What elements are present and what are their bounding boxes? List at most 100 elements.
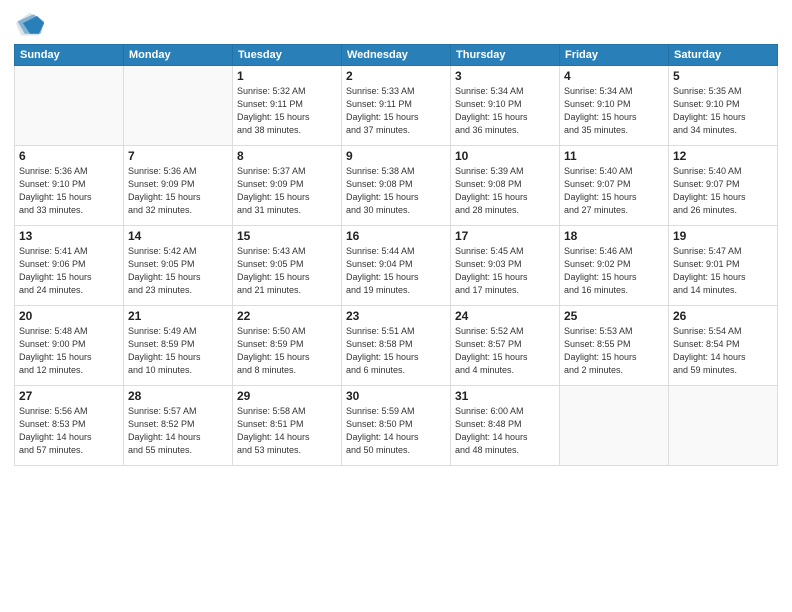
calendar-day-cell bbox=[124, 66, 233, 146]
day-number: 19 bbox=[673, 229, 773, 243]
day-info: Sunrise: 5:33 AM Sunset: 9:11 PM Dayligh… bbox=[346, 85, 446, 137]
day-info: Sunrise: 5:36 AM Sunset: 9:09 PM Dayligh… bbox=[128, 165, 228, 217]
day-number: 3 bbox=[455, 69, 555, 83]
day-number: 15 bbox=[237, 229, 337, 243]
day-number: 23 bbox=[346, 309, 446, 323]
day-info: Sunrise: 5:52 AM Sunset: 8:57 PM Dayligh… bbox=[455, 325, 555, 377]
day-number: 22 bbox=[237, 309, 337, 323]
day-info: Sunrise: 5:38 AM Sunset: 9:08 PM Dayligh… bbox=[346, 165, 446, 217]
calendar-week-row: 20 Sunrise: 5:48 AM Sunset: 9:00 PM Dayli… bbox=[15, 306, 778, 386]
calendar-weekday-header: Monday bbox=[124, 45, 233, 66]
calendar-day-cell: 1 Sunrise: 5:32 AM Sunset: 9:11 PM Daylig… bbox=[233, 66, 342, 146]
day-number: 18 bbox=[564, 229, 664, 243]
day-number: 9 bbox=[346, 149, 446, 163]
calendar-day-cell bbox=[15, 66, 124, 146]
day-info: Sunrise: 5:59 AM Sunset: 8:50 PM Dayligh… bbox=[346, 405, 446, 457]
day-number: 8 bbox=[237, 149, 337, 163]
day-info: Sunrise: 5:40 AM Sunset: 9:07 PM Dayligh… bbox=[673, 165, 773, 217]
day-info: Sunrise: 6:00 AM Sunset: 8:48 PM Dayligh… bbox=[455, 405, 555, 457]
calendar-day-cell: 30 Sunrise: 5:59 AM Sunset: 8:50 PM Dayli… bbox=[342, 386, 451, 466]
day-number: 31 bbox=[455, 389, 555, 403]
day-number: 2 bbox=[346, 69, 446, 83]
calendar-body: 1 Sunrise: 5:32 AM Sunset: 9:11 PM Daylig… bbox=[15, 66, 778, 466]
calendar-day-cell: 21 Sunrise: 5:49 AM Sunset: 8:59 PM Dayli… bbox=[124, 306, 233, 386]
calendar-day-cell: 18 Sunrise: 5:46 AM Sunset: 9:02 PM Dayli… bbox=[560, 226, 669, 306]
header bbox=[14, 10, 778, 38]
calendar-week-row: 27 Sunrise: 5:56 AM Sunset: 8:53 PM Dayli… bbox=[15, 386, 778, 466]
calendar-day-cell bbox=[669, 386, 778, 466]
day-info: Sunrise: 5:41 AM Sunset: 9:06 PM Dayligh… bbox=[19, 245, 119, 297]
day-info: Sunrise: 5:56 AM Sunset: 8:53 PM Dayligh… bbox=[19, 405, 119, 457]
calendar-day-cell: 10 Sunrise: 5:39 AM Sunset: 9:08 PM Dayli… bbox=[451, 146, 560, 226]
day-info: Sunrise: 5:39 AM Sunset: 9:08 PM Dayligh… bbox=[455, 165, 555, 217]
day-number: 21 bbox=[128, 309, 228, 323]
calendar-day-cell: 15 Sunrise: 5:43 AM Sunset: 9:05 PM Dayli… bbox=[233, 226, 342, 306]
day-info: Sunrise: 5:32 AM Sunset: 9:11 PM Dayligh… bbox=[237, 85, 337, 137]
calendar-day-cell: 23 Sunrise: 5:51 AM Sunset: 8:58 PM Dayli… bbox=[342, 306, 451, 386]
day-info: Sunrise: 5:54 AM Sunset: 8:54 PM Dayligh… bbox=[673, 325, 773, 377]
day-number: 20 bbox=[19, 309, 119, 323]
logo-icon bbox=[14, 10, 46, 38]
day-info: Sunrise: 5:43 AM Sunset: 9:05 PM Dayligh… bbox=[237, 245, 337, 297]
calendar-day-cell: 31 Sunrise: 6:00 AM Sunset: 8:48 PM Dayli… bbox=[451, 386, 560, 466]
calendar-day-cell: 16 Sunrise: 5:44 AM Sunset: 9:04 PM Dayli… bbox=[342, 226, 451, 306]
calendar-week-row: 6 Sunrise: 5:36 AM Sunset: 9:10 PM Daylig… bbox=[15, 146, 778, 226]
day-number: 5 bbox=[673, 69, 773, 83]
calendar-day-cell: 4Sunrise: 5:34 AM Sunset: 9:10 PM Daylig… bbox=[560, 66, 669, 146]
calendar-day-cell: 8 Sunrise: 5:37 AM Sunset: 9:09 PM Daylig… bbox=[233, 146, 342, 226]
day-number: 25 bbox=[564, 309, 664, 323]
day-number: 10 bbox=[455, 149, 555, 163]
day-number: 29 bbox=[237, 389, 337, 403]
calendar-day-cell: 7 Sunrise: 5:36 AM Sunset: 9:09 PM Daylig… bbox=[124, 146, 233, 226]
calendar-day-cell bbox=[560, 386, 669, 466]
day-info: Sunrise: 5:57 AM Sunset: 8:52 PM Dayligh… bbox=[128, 405, 228, 457]
day-number: 1 bbox=[237, 69, 337, 83]
day-info: Sunrise: 5:53 AM Sunset: 8:55 PM Dayligh… bbox=[564, 325, 664, 377]
day-number: 28 bbox=[128, 389, 228, 403]
day-info: Sunrise: 5:36 AM Sunset: 9:10 PM Dayligh… bbox=[19, 165, 119, 217]
day-info: Sunrise: 5:44 AM Sunset: 9:04 PM Dayligh… bbox=[346, 245, 446, 297]
calendar-day-cell: 3Sunrise: 5:34 AM Sunset: 9:10 PM Daylig… bbox=[451, 66, 560, 146]
calendar-day-cell: 13Sunrise: 5:41 AM Sunset: 9:06 PM Dayli… bbox=[15, 226, 124, 306]
day-info: Sunrise: 5:46 AM Sunset: 9:02 PM Dayligh… bbox=[564, 245, 664, 297]
day-info: Sunrise: 5:47 AM Sunset: 9:01 PM Dayligh… bbox=[673, 245, 773, 297]
calendar-day-cell: 9 Sunrise: 5:38 AM Sunset: 9:08 PM Daylig… bbox=[342, 146, 451, 226]
day-number: 30 bbox=[346, 389, 446, 403]
day-info: Sunrise: 5:45 AM Sunset: 9:03 PM Dayligh… bbox=[455, 245, 555, 297]
calendar-day-cell: 17Sunrise: 5:45 AM Sunset: 9:03 PM Dayli… bbox=[451, 226, 560, 306]
day-info: Sunrise: 5:50 AM Sunset: 8:59 PM Dayligh… bbox=[237, 325, 337, 377]
calendar-day-cell: 2 Sunrise: 5:33 AM Sunset: 9:11 PM Daylig… bbox=[342, 66, 451, 146]
day-info: Sunrise: 5:42 AM Sunset: 9:05 PM Dayligh… bbox=[128, 245, 228, 297]
calendar-weekday-header: Tuesday bbox=[233, 45, 342, 66]
calendar-day-cell: 24 Sunrise: 5:52 AM Sunset: 8:57 PM Dayli… bbox=[451, 306, 560, 386]
calendar-day-cell: 19 Sunrise: 5:47 AM Sunset: 9:01 PM Dayli… bbox=[669, 226, 778, 306]
calendar-day-cell: 28 Sunrise: 5:57 AM Sunset: 8:52 PM Dayli… bbox=[124, 386, 233, 466]
day-info: Sunrise: 5:49 AM Sunset: 8:59 PM Dayligh… bbox=[128, 325, 228, 377]
day-info: Sunrise: 5:58 AM Sunset: 8:51 PM Dayligh… bbox=[237, 405, 337, 457]
calendar-day-cell: 27 Sunrise: 5:56 AM Sunset: 8:53 PM Dayli… bbox=[15, 386, 124, 466]
calendar-day-cell: 11Sunrise: 5:40 AM Sunset: 9:07 PM Dayli… bbox=[560, 146, 669, 226]
day-number: 6 bbox=[19, 149, 119, 163]
calendar-weekday-header: Wednesday bbox=[342, 45, 451, 66]
calendar-day-cell: 14 Sunrise: 5:42 AM Sunset: 9:05 PM Dayli… bbox=[124, 226, 233, 306]
day-info: Sunrise: 5:51 AM Sunset: 8:58 PM Dayligh… bbox=[346, 325, 446, 377]
day-number: 14 bbox=[128, 229, 228, 243]
calendar-weekday-header: Saturday bbox=[669, 45, 778, 66]
day-info: Sunrise: 5:48 AM Sunset: 9:00 PM Dayligh… bbox=[19, 325, 119, 377]
day-number: 26 bbox=[673, 309, 773, 323]
calendar-day-cell: 20 Sunrise: 5:48 AM Sunset: 9:00 PM Dayli… bbox=[15, 306, 124, 386]
calendar-week-row: 1 Sunrise: 5:32 AM Sunset: 9:11 PM Daylig… bbox=[15, 66, 778, 146]
calendar-day-cell: 22 Sunrise: 5:50 AM Sunset: 8:59 PM Dayli… bbox=[233, 306, 342, 386]
day-info: Sunrise: 5:40 AM Sunset: 9:07 PM Dayligh… bbox=[564, 165, 664, 217]
calendar-weekday-header: Sunday bbox=[15, 45, 124, 66]
day-number: 7 bbox=[128, 149, 228, 163]
day-number: 24 bbox=[455, 309, 555, 323]
day-number: 27 bbox=[19, 389, 119, 403]
day-info: Sunrise: 5:35 AM Sunset: 9:10 PM Dayligh… bbox=[673, 85, 773, 137]
day-info: Sunrise: 5:37 AM Sunset: 9:09 PM Dayligh… bbox=[237, 165, 337, 217]
calendar-day-cell: 26 Sunrise: 5:54 AM Sunset: 8:54 PM Dayli… bbox=[669, 306, 778, 386]
calendar-day-cell: 25 Sunrise: 5:53 AM Sunset: 8:55 PM Dayli… bbox=[560, 306, 669, 386]
calendar-header-row: SundayMondayTuesdayWednesdayThursdayFrid… bbox=[15, 45, 778, 66]
day-number: 16 bbox=[346, 229, 446, 243]
page: SundayMondayTuesdayWednesdayThursdayFrid… bbox=[0, 0, 792, 612]
